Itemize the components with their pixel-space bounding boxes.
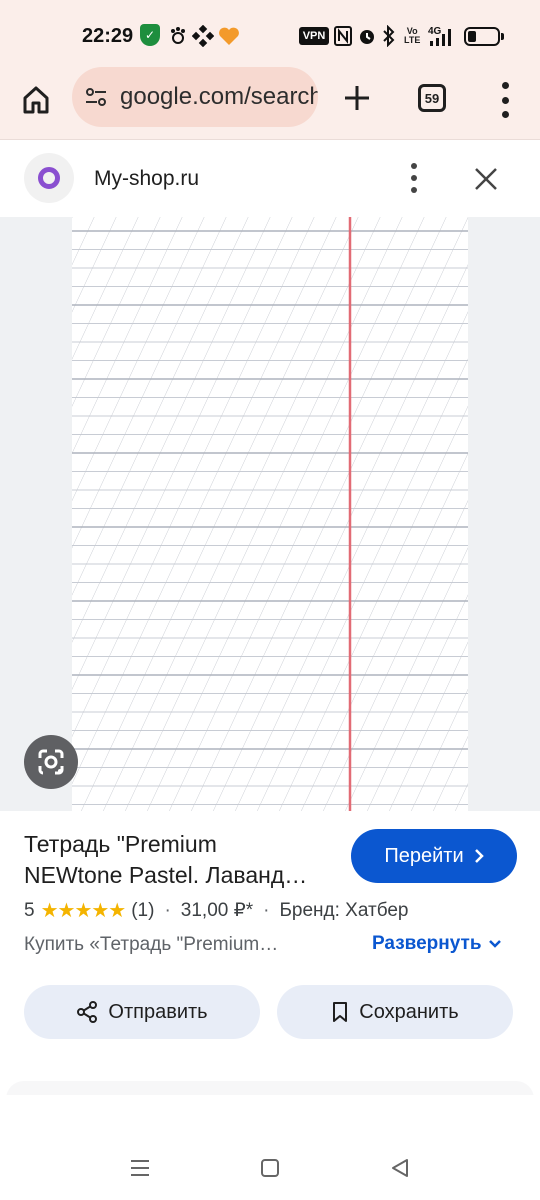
- tune-icon[interactable]: [84, 85, 108, 109]
- expand-button[interactable]: Развернуть: [372, 933, 502, 955]
- visit-site-button[interactable]: Перейти: [351, 829, 517, 883]
- bluetooth-icon: [381, 24, 397, 48]
- next-result-body: [6, 1095, 534, 1135]
- menu-lines-icon: [131, 1160, 149, 1176]
- url-bar[interactable]: google.com/search: [72, 67, 318, 127]
- product-title-line: Тетрадь "Premium: [24, 831, 217, 857]
- heart-icon: [218, 24, 240, 48]
- plus-icon: [345, 86, 369, 110]
- product-title[interactable]: Тетрадь "Premium NEWtone Pastel. Лаванд…: [24, 829, 334, 891]
- site-logo-icon: [38, 167, 60, 189]
- volte-icon: Vo LTE: [404, 26, 421, 45]
- shield-icon: ✓: [140, 24, 160, 46]
- more-options-button[interactable]: [404, 163, 424, 193]
- signal-4g-icon: 4G: [426, 24, 458, 48]
- image-viewer: [0, 217, 540, 811]
- share-button[interactable]: Отправить: [24, 985, 260, 1039]
- menu-dot: [501, 82, 509, 89]
- home-nav-button[interactable]: [256, 1154, 284, 1182]
- recents-button[interactable]: [126, 1154, 154, 1182]
- rating-stars: ★★★★★: [40, 900, 127, 922]
- nfc-icon: [334, 24, 352, 48]
- menu-dot: [501, 96, 509, 104]
- url-text: google.com/search: [120, 83, 318, 110]
- lens-button[interactable]: [24, 735, 78, 789]
- menu-dot: [501, 111, 509, 118]
- close-icon[interactable]: [470, 163, 502, 195]
- price: 31,00 ₽*: [180, 900, 254, 921]
- browser-toolbar: google.com/search 59: [0, 67, 540, 140]
- back-button[interactable]: [386, 1154, 414, 1182]
- product-title-line: NEWtone Pastel. Лаванд…: [24, 862, 308, 888]
- status-bar: 22:29 ✓ VPN Vo LTE 4G: [0, 0, 540, 70]
- share-label: Отправить: [108, 1000, 208, 1023]
- site-name[interactable]: My-shop.ru: [94, 167, 199, 191]
- review-count: (1): [131, 899, 155, 921]
- browser-menu-button[interactable]: [495, 82, 515, 118]
- battery-cap: [501, 33, 504, 40]
- product-image[interactable]: [72, 217, 468, 811]
- more-dot: [411, 175, 417, 181]
- brand: Бренд: Хатбер: [279, 899, 409, 921]
- pawprint-icon: [168, 24, 188, 48]
- product-meta: 5 ★★★★★ (1) · 31,00 ₽* · Бренд: Хатбер: [24, 898, 409, 923]
- status-time: 22:29: [82, 25, 134, 47]
- network-label: 4G: [428, 26, 442, 37]
- result-header: My-shop.ru: [0, 141, 540, 217]
- save-button[interactable]: Сохранить: [277, 985, 513, 1039]
- home-button[interactable]: [18, 80, 54, 120]
- back-triangle-icon: [392, 1159, 408, 1177]
- bookmark-icon: [333, 1002, 348, 1022]
- chevron-right-icon: [474, 849, 484, 863]
- square-icon: [261, 1159, 279, 1177]
- site-favicon: [24, 153, 74, 203]
- home-icon: [23, 86, 49, 114]
- battery-icon: [464, 27, 500, 46]
- chevron-down-icon: [488, 940, 501, 948]
- tab-switcher-button[interactable]: 59: [418, 84, 446, 112]
- separator-dot: ·: [164, 899, 171, 921]
- vpn-badge: VPN: [299, 27, 329, 45]
- new-tab-button[interactable]: [340, 78, 374, 118]
- app-icon: [192, 24, 214, 48]
- more-dot: [411, 163, 417, 169]
- share-icon: [77, 1001, 98, 1023]
- expand-label: Развернуть: [372, 933, 482, 954]
- visit-site-label: Перейти: [384, 844, 464, 867]
- product-description: Купить «Тетрадь "Premium…: [24, 934, 279, 955]
- separator-dot: ·: [263, 899, 270, 921]
- rating-value: 5: [24, 899, 35, 921]
- system-nav-bar: [0, 1136, 540, 1200]
- google-lens-icon: [38, 749, 64, 775]
- save-label: Сохранить: [359, 1000, 459, 1023]
- more-dot: [411, 187, 417, 193]
- alarm-icon: [357, 24, 377, 48]
